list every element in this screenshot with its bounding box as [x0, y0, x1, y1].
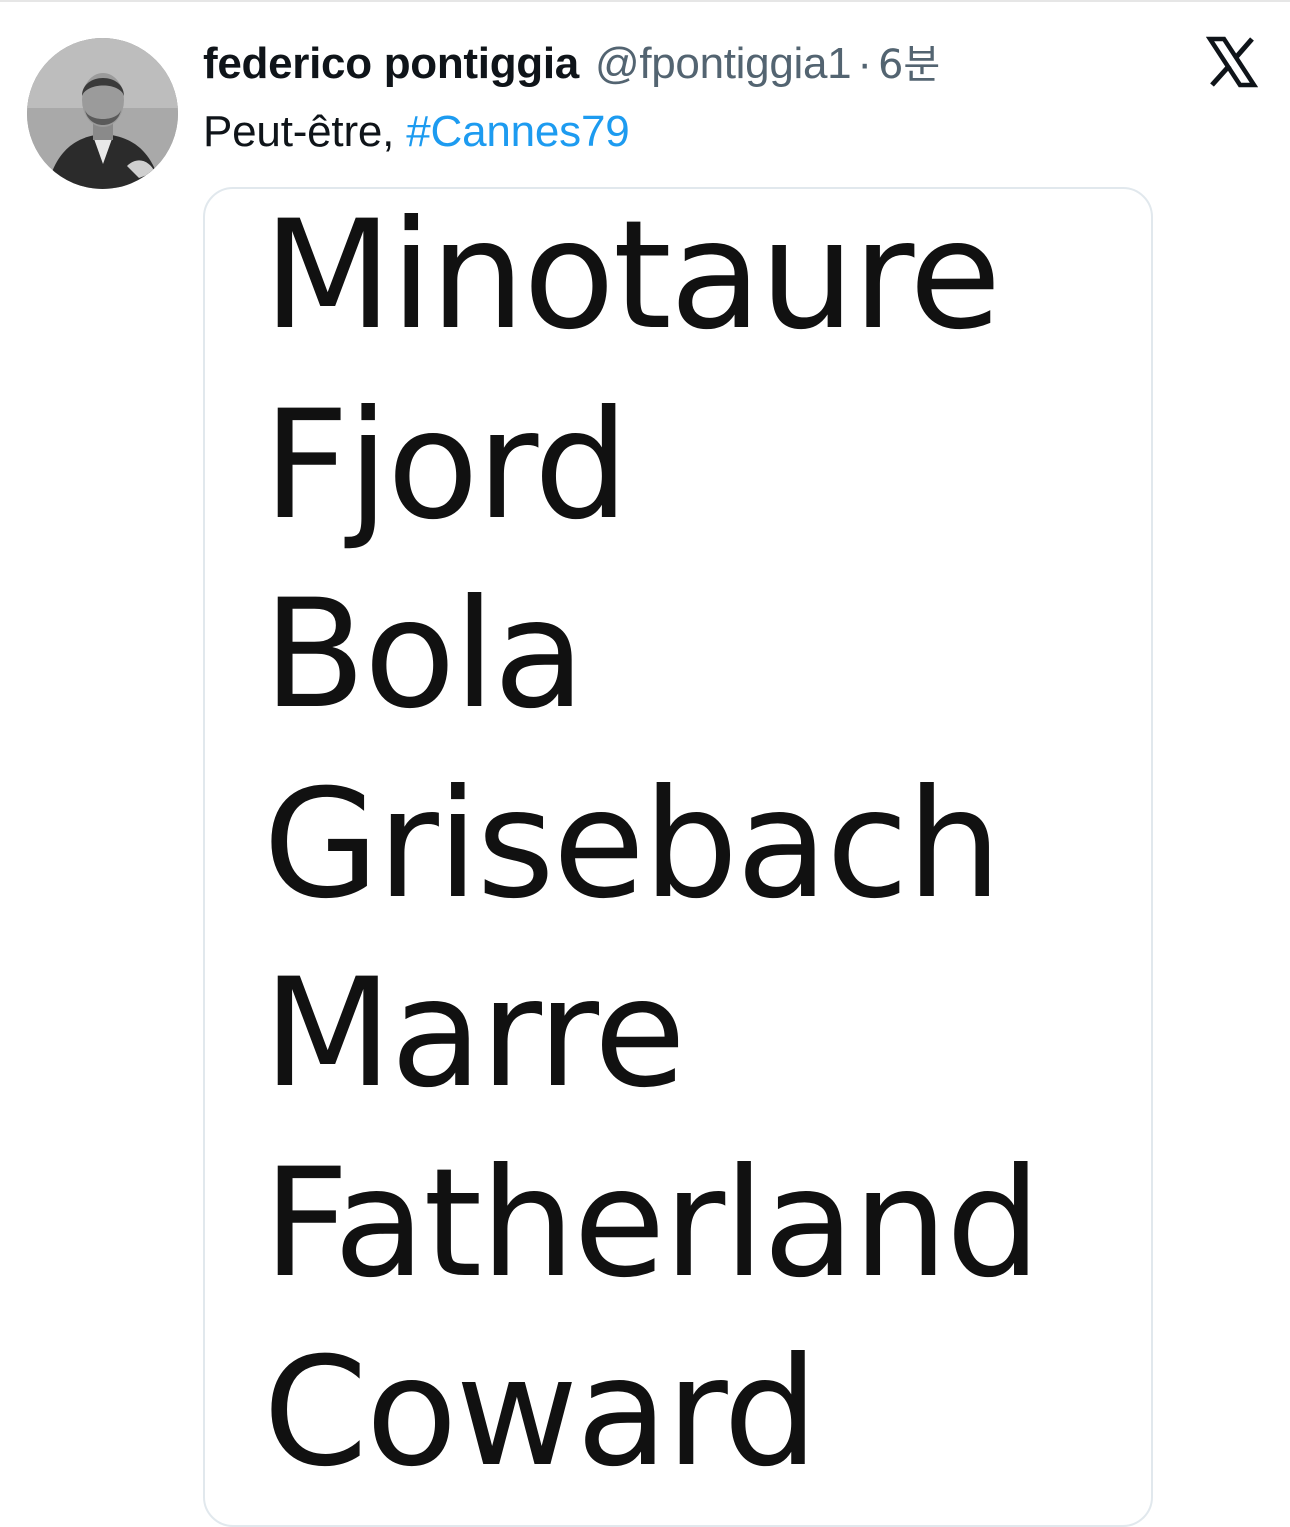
- author-handle[interactable]: @fpontiggia1: [595, 36, 852, 92]
- tweet-image[interactable]: Minotaure Fjord Bola Grisebach Marre Fat…: [203, 187, 1153, 1527]
- avatar[interactable]: [27, 38, 178, 189]
- tweet-header: federico pontiggia @fpontiggia1 · 6분: [203, 36, 940, 92]
- tweet-text: Peut-être, #Cannes79: [203, 104, 630, 160]
- post-time[interactable]: 6분: [878, 37, 940, 93]
- top-divider: [0, 0, 1290, 2]
- author-display-name[interactable]: federico pontiggia: [203, 36, 579, 92]
- x-logo-icon[interactable]: [1205, 36, 1259, 88]
- separator-dot: ·: [857, 39, 872, 88]
- profile-photo-icon: [27, 38, 178, 189]
- tweet-text-body: Peut-être,: [203, 107, 395, 156]
- hashtag-link[interactable]: #Cannes79: [406, 107, 629, 156]
